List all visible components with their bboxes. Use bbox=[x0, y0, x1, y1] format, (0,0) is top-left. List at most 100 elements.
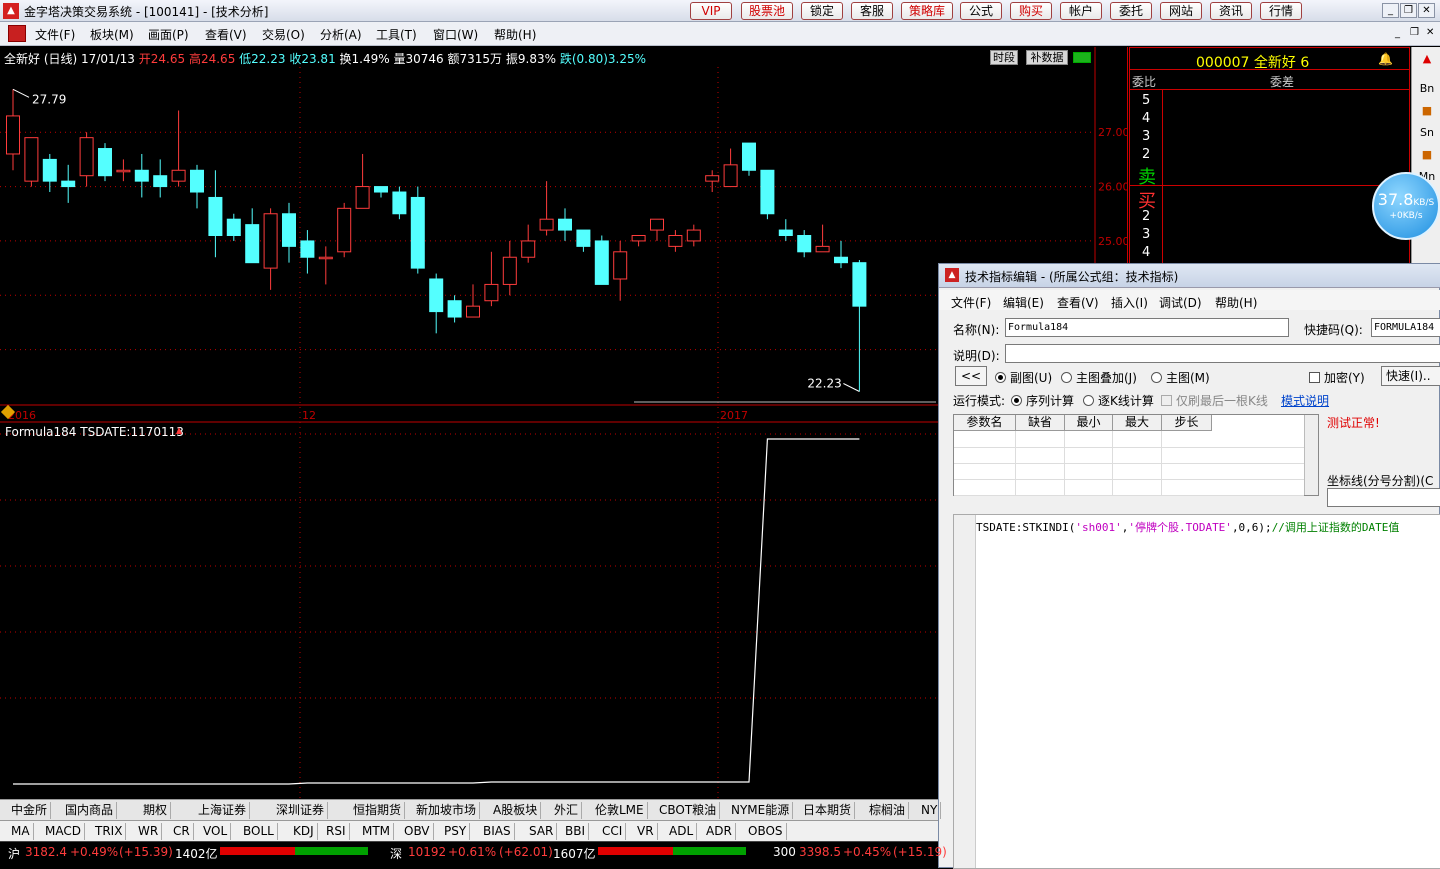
candle[interactable] bbox=[502, 240, 517, 296]
indicator-tab-12[interactable]: BIAS bbox=[480, 823, 515, 840]
market-tab-9[interactable]: 伦敦LME bbox=[592, 802, 648, 819]
indicator-tab-6[interactable]: BOLL bbox=[240, 823, 278, 840]
parameter-table[interactable]: 参数名 缺省 最小 最大 步长 bbox=[953, 414, 1319, 496]
indicator-tab-4[interactable]: CR bbox=[170, 823, 194, 840]
market-tab-13[interactable]: 棕榈油 bbox=[866, 802, 910, 819]
candle[interactable] bbox=[208, 170, 223, 258]
indicator-tab-11[interactable]: PSY bbox=[441, 823, 471, 840]
radio-mode-seq[interactable]: 序列计算 bbox=[1011, 392, 1074, 409]
editor-menu-item-0[interactable]: 文件(F) bbox=[951, 294, 991, 311]
candle[interactable] bbox=[153, 159, 168, 198]
candle[interactable] bbox=[484, 251, 499, 307]
top-button-11[interactable]: 行情 bbox=[1260, 2, 1302, 20]
top-button-2[interactable]: 锁定 bbox=[801, 2, 843, 20]
market-tab-14[interactable]: NY bbox=[918, 802, 942, 819]
indicator-tab-13[interactable]: SAR bbox=[526, 823, 558, 840]
candle[interactable] bbox=[429, 273, 444, 334]
indicator-tab-17[interactable]: ADL bbox=[666, 823, 698, 840]
market-tab-3[interactable]: 上海证券 bbox=[195, 802, 251, 819]
top-button-7[interactable]: 帐户 bbox=[1060, 2, 1102, 20]
candle[interactable] bbox=[300, 230, 315, 274]
shortcut-input[interactable]: FORMULA184 bbox=[1371, 318, 1440, 337]
indicator-tab-1[interactable]: MACD bbox=[42, 823, 85, 840]
candle[interactable] bbox=[190, 164, 204, 209]
editor-menu-item-4[interactable]: 调试(D) bbox=[1159, 294, 1202, 311]
market-tab-11[interactable]: NYME能源 bbox=[728, 802, 794, 819]
top-button-3[interactable]: 客服 bbox=[851, 2, 893, 20]
editor-menu-item-5[interactable]: 帮助(H) bbox=[1215, 294, 1257, 311]
candle[interactable] bbox=[116, 159, 131, 182]
indicator-tab-5[interactable]: VOL bbox=[200, 823, 232, 840]
encrypt-checkbox[interactable]: 加密(Y) bbox=[1309, 369, 1365, 386]
market-tab-12[interactable]: 日本期货 bbox=[800, 802, 856, 819]
indicator-tab-9[interactable]: MTM bbox=[359, 823, 395, 840]
candle[interactable] bbox=[61, 164, 76, 203]
editor-menu-item-1[interactable]: 编辑(E) bbox=[1003, 294, 1044, 311]
editor-menu-item-2[interactable]: 查看(V) bbox=[1057, 294, 1099, 311]
code-editor[interactable]: TSDATE:STKINDI('sh001','停牌个股.TODATE',0,6… bbox=[953, 514, 1440, 869]
candle[interactable] bbox=[668, 230, 683, 252]
candle[interactable] bbox=[778, 219, 793, 241]
market-tab-0[interactable]: 中金所 bbox=[8, 802, 52, 819]
menu-item-3[interactable]: 查看(V) bbox=[205, 26, 247, 43]
candle[interactable] bbox=[134, 153, 149, 198]
radio-main[interactable]: 主图(M) bbox=[1151, 369, 1210, 386]
candle[interactable] bbox=[263, 208, 278, 290]
candle[interactable] bbox=[24, 137, 39, 187]
candle[interactable] bbox=[815, 224, 830, 253]
network-speed-widget[interactable]: 37.8KB/S +0KB/s bbox=[1372, 172, 1440, 240]
mode-help-link[interactable]: 模式说明 bbox=[1281, 392, 1329, 409]
market-tab-4[interactable]: 深圳证券 bbox=[273, 802, 329, 819]
candle[interactable] bbox=[6, 89, 20, 171]
market-tab-7[interactable]: A股板块 bbox=[490, 802, 542, 819]
top-button-4[interactable]: 策略库 bbox=[901, 2, 953, 20]
collapse-button[interactable]: << bbox=[955, 366, 987, 386]
menu-item-8[interactable]: 帮助(H) bbox=[494, 26, 536, 43]
market-tab-2[interactable]: 期权 bbox=[140, 802, 172, 819]
candle[interactable] bbox=[797, 230, 812, 258]
toolbar-bn[interactable]: Bn bbox=[1416, 79, 1438, 99]
candle[interactable] bbox=[723, 148, 738, 188]
formula-name-input[interactable]: Formula184 bbox=[1005, 318, 1289, 337]
candle[interactable] bbox=[447, 295, 462, 323]
top-button-8[interactable]: 委托 bbox=[1110, 2, 1152, 20]
candle[interactable] bbox=[576, 229, 591, 252]
candle[interactable] bbox=[705, 170, 720, 193]
top-button-9[interactable]: 网站 bbox=[1160, 2, 1202, 20]
candle[interactable] bbox=[594, 235, 609, 285]
candle[interactable] bbox=[760, 169, 775, 220]
candle[interactable] bbox=[374, 186, 388, 198]
market-tab-10[interactable]: CBOT粮油 bbox=[656, 802, 721, 819]
candle[interactable] bbox=[337, 202, 352, 258]
indicator-tab-15[interactable]: CCI bbox=[599, 823, 627, 840]
market-tab-6[interactable]: 新加坡市场 bbox=[413, 802, 481, 819]
candle[interactable] bbox=[521, 224, 536, 263]
candle[interactable] bbox=[558, 208, 572, 241]
top-button-0[interactable]: VIP bbox=[690, 2, 732, 20]
candle[interactable] bbox=[852, 259, 867, 392]
editor-menu-item-3[interactable]: 插入(I) bbox=[1111, 294, 1148, 311]
candle[interactable] bbox=[742, 142, 756, 176]
candle[interactable] bbox=[318, 246, 333, 285]
market-tab-5[interactable]: 恒指期货 bbox=[350, 802, 406, 819]
indicator-tab-14[interactable]: BBI bbox=[562, 823, 590, 840]
mdi-restore-icon[interactable]: ❐ bbox=[1410, 27, 1419, 38]
menu-item-0[interactable]: 文件(F) bbox=[35, 26, 75, 43]
description-input[interactable] bbox=[1005, 344, 1440, 363]
candle[interactable] bbox=[834, 240, 848, 269]
toolbar-logo-icon[interactable]: ▲ bbox=[1416, 49, 1438, 69]
candle[interactable] bbox=[171, 110, 186, 187]
close-icon[interactable]: ✕ bbox=[1418, 3, 1435, 18]
candle[interactable] bbox=[355, 153, 370, 209]
param-scrollbar[interactable] bbox=[1304, 415, 1318, 495]
candle[interactable] bbox=[392, 186, 407, 220]
candle[interactable] bbox=[539, 181, 554, 236]
market-tab-8[interactable]: 外汇 bbox=[551, 802, 583, 819]
indicator-tab-18[interactable]: ADR bbox=[703, 823, 736, 840]
candle[interactable] bbox=[226, 213, 241, 241]
minimize-icon[interactable]: _ bbox=[1382, 3, 1399, 18]
last-bar-checkbox[interactable]: 仅刷最后一根K线 bbox=[1161, 392, 1268, 409]
candle[interactable] bbox=[282, 202, 296, 263]
menu-item-1[interactable]: 板块(M) bbox=[90, 26, 134, 43]
radio-main-overlay[interactable]: 主图叠加(J) bbox=[1061, 369, 1137, 386]
